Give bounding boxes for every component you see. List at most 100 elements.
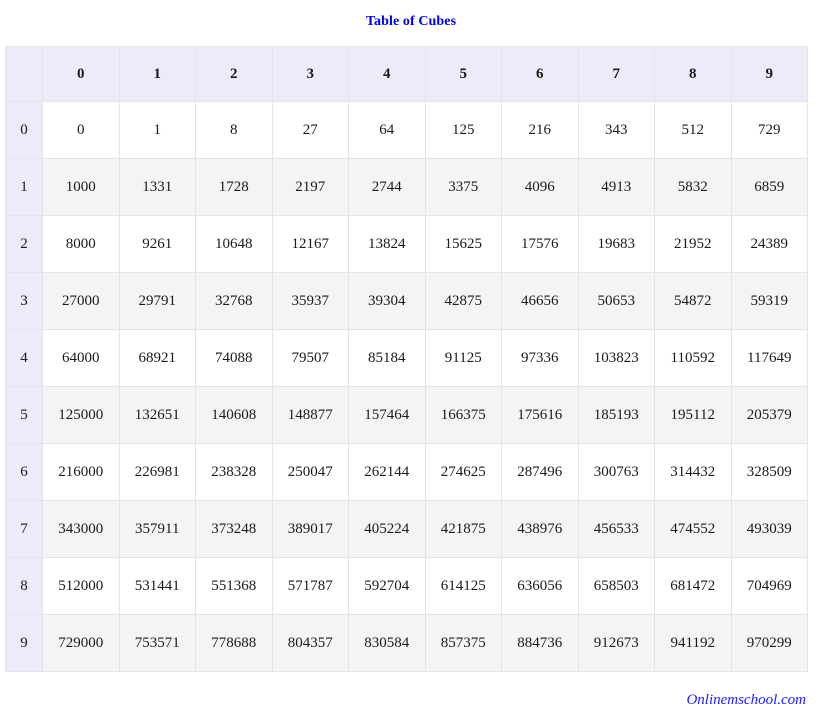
column-header-1: 1 — [118, 46, 196, 102]
table-cell: 12167 — [271, 215, 349, 273]
table-cell: 8000 — [42, 215, 120, 273]
table-cell: 27 — [271, 101, 349, 159]
table-cell: 42875 — [424, 272, 502, 330]
column-header-7: 7 — [577, 46, 655, 102]
table-cell: 68921 — [118, 329, 196, 387]
table-cell: 373248 — [195, 500, 273, 558]
column-header-0: 0 — [42, 46, 120, 102]
table-cell: 35937 — [271, 272, 349, 330]
table-cell: 343000 — [42, 500, 120, 558]
table-row: 4 64000 68921 74088 79507 85184 91125 97… — [5, 329, 808, 387]
table-cell: 551368 — [195, 557, 273, 615]
table-cell: 195112 — [654, 386, 732, 444]
table-cell: 24389 — [730, 215, 808, 273]
table-cell: 64 — [348, 101, 426, 159]
column-header-3: 3 — [271, 46, 349, 102]
table-cell: 300763 — [577, 443, 655, 501]
table-cell: 64000 — [42, 329, 120, 387]
row-header-5: 5 — [5, 386, 43, 444]
page-title: Table of Cubes — [365, 14, 457, 29]
table-cell: 29791 — [118, 272, 196, 330]
table-cell: 205379 — [730, 386, 808, 444]
table-cell: 830584 — [348, 614, 426, 672]
table-cell: 50653 — [577, 272, 655, 330]
table-cell: 17576 — [501, 215, 579, 273]
cubes-table-container: 0 1 2 3 4 5 6 7 8 9 0 0 1 8 27 64 125 21 — [5, 46, 808, 672]
table-cell: 753571 — [118, 614, 196, 672]
table-cell: 91125 — [424, 329, 502, 387]
table-cell: 27000 — [42, 272, 120, 330]
table-cell: 493039 — [730, 500, 808, 558]
table-cell: 9261 — [118, 215, 196, 273]
column-header-5: 5 — [424, 46, 502, 102]
column-header-6: 6 — [501, 46, 579, 102]
table-cell: 571787 — [271, 557, 349, 615]
row-header-9: 9 — [5, 614, 43, 672]
table-cell: 226981 — [118, 443, 196, 501]
table-cell: 13824 — [348, 215, 426, 273]
table-cell: 32768 — [195, 272, 273, 330]
table-cell: 97336 — [501, 329, 579, 387]
table-cell: 531441 — [118, 557, 196, 615]
table-cell: 74088 — [195, 329, 273, 387]
table-cell: 614125 — [424, 557, 502, 615]
table-cell: 804357 — [271, 614, 349, 672]
table-cell: 21952 — [654, 215, 732, 273]
table-cell: 474552 — [654, 500, 732, 558]
table-cell: 216 — [501, 101, 579, 159]
table-cell: 912673 — [577, 614, 655, 672]
table-cell: 314432 — [654, 443, 732, 501]
table-cell: 148877 — [271, 386, 349, 444]
table-cell: 2744 — [348, 158, 426, 216]
table-cell: 456533 — [577, 500, 655, 558]
table-cell: 6859 — [730, 158, 808, 216]
table-cell: 405224 — [348, 500, 426, 558]
table-cell: 262144 — [348, 443, 426, 501]
table-cell: 357911 — [118, 500, 196, 558]
table-cell: 970299 — [730, 614, 808, 672]
table-cell: 250047 — [271, 443, 349, 501]
table-cell: 274625 — [424, 443, 502, 501]
header-row: 0 1 2 3 4 5 6 7 8 9 — [5, 46, 808, 102]
table-cell: 0 — [42, 101, 120, 159]
table-cell: 681472 — [654, 557, 732, 615]
table-row: 2 8000 9261 10648 12167 13824 15625 1757… — [5, 215, 808, 273]
table-cell: 238328 — [195, 443, 273, 501]
table-cell: 185193 — [577, 386, 655, 444]
table-cell: 5832 — [654, 158, 732, 216]
row-header-6: 6 — [5, 443, 43, 501]
table-cell: 421875 — [424, 500, 502, 558]
column-header-9: 9 — [730, 46, 808, 102]
table-cell: 216000 — [42, 443, 120, 501]
table-cell: 19683 — [577, 215, 655, 273]
table-cell: 125 — [424, 101, 502, 159]
table-cell: 140608 — [195, 386, 273, 444]
row-header-4: 4 — [5, 329, 43, 387]
table-cell: 636056 — [501, 557, 579, 615]
table-cell: 884736 — [501, 614, 579, 672]
table-cell: 1 — [118, 101, 196, 159]
table-row: 5 125000 132651 140608 148877 157464 166… — [5, 386, 808, 444]
row-header-3: 3 — [5, 272, 43, 330]
table-body: 0 0 1 8 27 64 125 216 343 512 729 1 1000… — [5, 101, 808, 672]
table-cell: 117649 — [730, 329, 808, 387]
table-cell: 941192 — [654, 614, 732, 672]
table-cell: 729 — [730, 101, 808, 159]
table-cell: 512000 — [42, 557, 120, 615]
table-cell: 15625 — [424, 215, 502, 273]
row-header-2: 2 — [5, 215, 43, 273]
table-cell: 175616 — [501, 386, 579, 444]
table-cell: 4096 — [501, 158, 579, 216]
column-header-8: 8 — [654, 46, 732, 102]
table-row: 1 1000 1331 1728 2197 2744 3375 4096 491… — [5, 158, 808, 216]
table-cell: 512 — [654, 101, 732, 159]
row-header-7: 7 — [5, 500, 43, 558]
table-cell: 103823 — [577, 329, 655, 387]
table-cell: 1728 — [195, 158, 273, 216]
table-cell: 328509 — [730, 443, 808, 501]
table-row: 8 512000 531441 551368 571787 592704 614… — [5, 557, 808, 615]
table-cell: 1331 — [118, 158, 196, 216]
column-header-4: 4 — [348, 46, 426, 102]
table-cell: 125000 — [42, 386, 120, 444]
table-cell: 658503 — [577, 557, 655, 615]
